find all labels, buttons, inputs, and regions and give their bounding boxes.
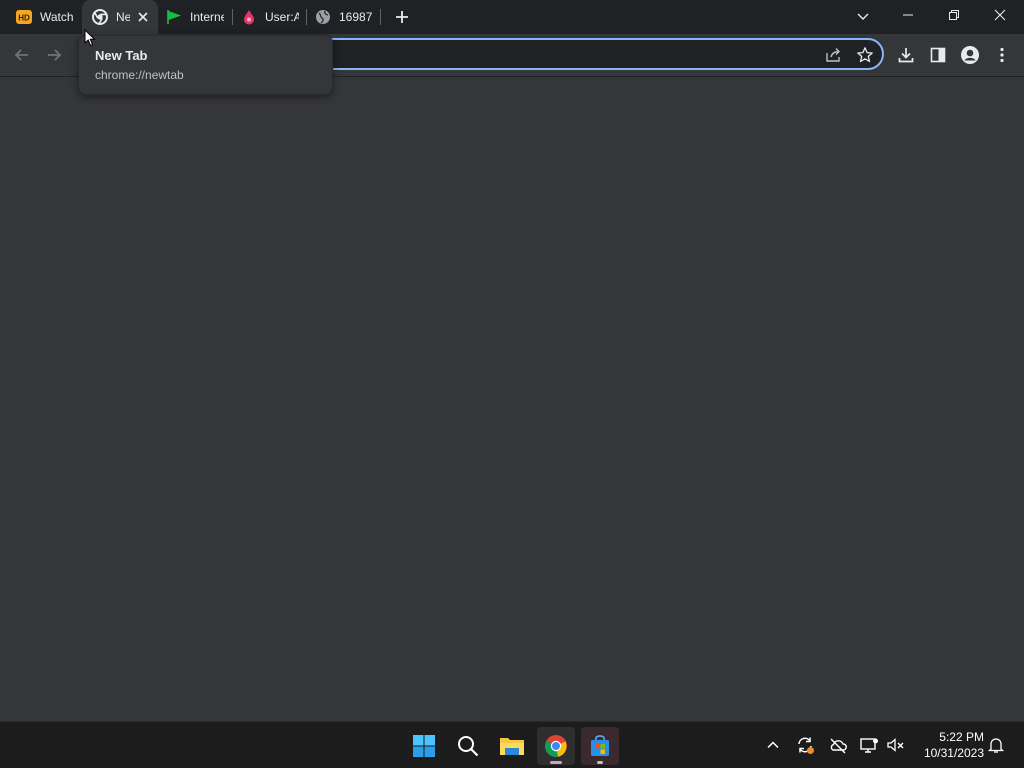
microsoft-store-button[interactable] [581, 727, 619, 765]
hover-card-title: New Tab [95, 48, 148, 63]
profile-avatar-icon [961, 46, 979, 64]
profile-button[interactable] [958, 43, 982, 67]
tab-title: Ne [116, 10, 130, 24]
hd-icon: HD [16, 10, 32, 24]
tab-16987[interactable]: 16987 [307, 0, 379, 34]
start-button[interactable] [405, 727, 443, 765]
chrome-icon [92, 9, 108, 25]
tab-search-chevron-icon[interactable] [855, 8, 871, 24]
side-panel-button[interactable] [926, 43, 950, 67]
taskbar: 5:22 PM 10/31/2023 [0, 721, 1024, 768]
bookmark-star-icon[interactable] [856, 46, 874, 64]
sync-icon [798, 737, 814, 754]
restore-icon [949, 10, 959, 20]
clock-date: 10/31/2023 [923, 746, 984, 760]
notifications-button[interactable] [984, 733, 1008, 757]
folder-icon [500, 738, 524, 755]
chrome-taskbar-button[interactable] [537, 727, 575, 765]
hover-card-url: chrome://newtab [95, 68, 184, 82]
sync-tray-button[interactable] [793, 733, 817, 757]
screen: HD Watch Ne Interne User:A 16987 New Tab… [0, 0, 1024, 768]
back-button[interactable] [10, 43, 34, 67]
taskbar-clock[interactable]: 5:22 PM 10/31/2023 [914, 729, 984, 761]
tab-user[interactable]: User:A [233, 0, 307, 34]
chevron-up-icon [767, 741, 779, 749]
tab-separator [380, 9, 381, 25]
minimize-icon [903, 14, 913, 16]
mouse-cursor-icon [84, 29, 96, 47]
show-hidden-icons-button[interactable] [761, 733, 785, 757]
clock-time: 5:22 PM [939, 730, 984, 744]
speaker-muted-icon [887, 738, 904, 752]
new-tab-plus-icon[interactable] [394, 9, 410, 25]
store-bag-icon [591, 735, 609, 756]
share-icon[interactable] [824, 46, 842, 64]
taskbar-search-button[interactable] [449, 727, 487, 765]
svg-text:HD: HD [18, 14, 30, 23]
close-icon [994, 9, 1006, 21]
close-tab-icon[interactable] [135, 9, 151, 25]
chrome-logo-icon [545, 735, 567, 757]
close-window-button[interactable] [978, 0, 1022, 30]
minimize-button[interactable] [886, 0, 930, 30]
back-arrow-icon [14, 49, 28, 61]
tab-title: 16987 [339, 10, 373, 24]
file-explorer-button[interactable] [493, 727, 531, 765]
download-icon [898, 48, 914, 63]
volume-tray-button[interactable] [884, 733, 908, 757]
tab-internet[interactable]: Interne [158, 0, 230, 34]
downloads-button[interactable] [894, 43, 918, 67]
tab-watch[interactable]: HD Watch [0, 0, 80, 34]
tab-strip: HD Watch Ne Interne User:A 16987 [0, 0, 1024, 34]
tab-title: Watch [40, 10, 74, 24]
windows-logo-icon [413, 735, 435, 757]
forward-button[interactable] [42, 43, 66, 67]
cloud-offline-icon [830, 738, 847, 754]
network-tray-button[interactable] [857, 733, 881, 757]
network-icon [860, 738, 878, 753]
page-content [0, 77, 1024, 721]
running-indicator [550, 761, 562, 764]
bell-icon [987, 738, 1005, 753]
green-flag-icon [167, 10, 181, 24]
globe-icon [316, 10, 330, 24]
tab-title: Interne [190, 10, 224, 24]
kebab-menu-icon [1000, 47, 1004, 63]
tab-hover-card: New Tab chrome://newtab [78, 35, 333, 95]
running-indicator [597, 761, 603, 764]
side-panel-icon [930, 47, 946, 63]
menu-button[interactable] [990, 43, 1014, 67]
forward-arrow-icon [48, 49, 62, 61]
search-icon [458, 736, 479, 757]
tab-title: User:A [265, 10, 299, 24]
restore-button[interactable] [932, 0, 976, 30]
pink-drop-icon [244, 10, 254, 25]
onedrive-tray-button[interactable] [826, 733, 850, 757]
